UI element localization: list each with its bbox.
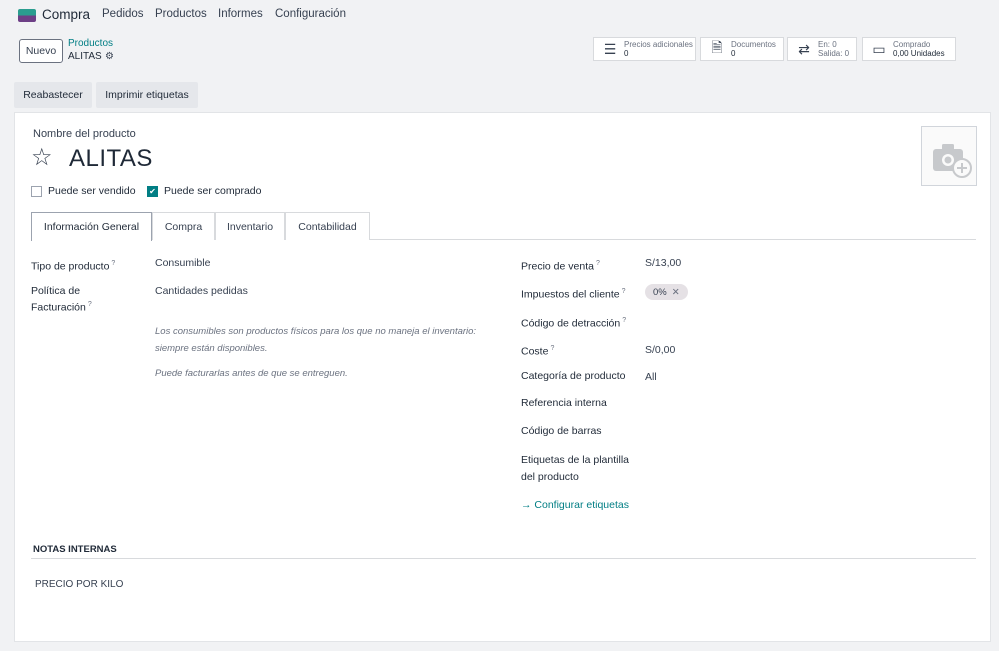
stat-precios-adicionales[interactable]: ☰ Precios adicionales 0 bbox=[593, 37, 696, 61]
remove-tag-icon[interactable]: ✕ bbox=[672, 287, 680, 298]
tab-inventario[interactable]: Inventario bbox=[215, 212, 285, 240]
codigo-detraccion-label: Código de detracción? bbox=[521, 317, 627, 330]
reabastecer-button[interactable]: Reabastecer bbox=[14, 82, 92, 108]
tipo-producto-label: Tipo de producto? bbox=[31, 260, 116, 273]
app-name[interactable]: Compra bbox=[42, 7, 90, 22]
can-be-purchased-label: Puede ser comprado bbox=[164, 185, 262, 197]
menu-productos[interactable]: Productos bbox=[155, 8, 207, 20]
menu-pedidos[interactable]: Pedidos bbox=[102, 8, 144, 20]
can-be-purchased-checkbox[interactable]: ✔ Puede ser comprado bbox=[147, 185, 261, 197]
form-sheet: Nombre del producto ☆ ALITAS Puede ser v… bbox=[14, 112, 991, 642]
top-navbar: Compra Pedidos Productos Informes Config… bbox=[0, 0, 999, 30]
tipo-producto-field[interactable]: Consumible bbox=[155, 257, 210, 269]
list-icon: ☰ bbox=[603, 40, 617, 57]
etiquetas-plantilla-label: Etiquetas de la plantilla del producto bbox=[521, 454, 629, 483]
notas-internas-field[interactable]: PRECIO POR KILO bbox=[35, 579, 123, 590]
facturar-hint: Puede facturarlas antes de que se entreg… bbox=[155, 368, 348, 379]
purchase-app-icon[interactable] bbox=[18, 9, 36, 22]
documentos-label: Documentos bbox=[731, 40, 776, 49]
politica-facturacion-field[interactable]: Cantidades pedidas bbox=[155, 285, 248, 297]
categoria-producto-field[interactable]: All bbox=[645, 371, 657, 383]
notes-divider bbox=[31, 558, 976, 559]
consumible-hint: Los consumibles son productos físicos pa… bbox=[155, 326, 477, 354]
referencia-interna-label: Referencia interna bbox=[521, 397, 607, 409]
tab-compra[interactable]: Compra bbox=[152, 212, 215, 240]
en-label: En: 0 bbox=[818, 40, 837, 49]
exchange-arrows-icon: ⇄ bbox=[798, 40, 810, 57]
gear-icon[interactable]: ⚙ bbox=[105, 51, 114, 62]
tab-contabilidad[interactable]: Contabilidad bbox=[285, 212, 370, 240]
coste-label: Coste? bbox=[521, 345, 555, 358]
salida-label: Salida: 0 bbox=[818, 49, 850, 58]
comprado-value: 0,00 Unidades bbox=[893, 49, 945, 58]
precio-venta-label: Precio de venta? bbox=[521, 260, 600, 273]
notebook-tabs: Información General Compra Inventario Co… bbox=[31, 212, 976, 241]
credit-card-icon: ▭ bbox=[872, 40, 886, 57]
tax-tag[interactable]: 0% ✕ bbox=[645, 284, 688, 300]
can-be-sold-label: Puede ser vendido bbox=[48, 185, 136, 197]
menu-configuracion[interactable]: Configuración bbox=[275, 8, 346, 20]
can-be-sold-checkbox[interactable]: Puede ser vendido bbox=[31, 185, 136, 197]
imprimir-etiquetas-button[interactable]: Imprimir etiquetas bbox=[96, 82, 198, 108]
precios-label: Precios adicionales bbox=[624, 40, 693, 49]
checkbox-checked[interactable]: ✔ bbox=[147, 185, 158, 197]
categoria-producto-label: Categoría de producto bbox=[521, 370, 626, 382]
star-icon[interactable]: ☆ bbox=[31, 144, 53, 172]
checkbox-unchecked[interactable] bbox=[31, 185, 42, 197]
breadcrumb-current: ALITAS bbox=[68, 51, 102, 62]
documentos-value: 0 bbox=[731, 49, 736, 58]
politica-facturacion-label: Política de Facturación? bbox=[31, 285, 92, 314]
camera-plus-icon bbox=[933, 144, 972, 178]
stat-movimientos[interactable]: ⇄ En: 0 Salida: 0 bbox=[787, 37, 857, 61]
product-name-field[interactable]: ALITAS bbox=[69, 145, 153, 173]
tax-tag-label: 0% bbox=[653, 286, 667, 298]
tab-informacion-general[interactable]: Información General bbox=[31, 212, 152, 241]
stat-comprado[interactable]: ▭ Comprado 0,00 Unidades bbox=[862, 37, 956, 61]
product-image-upload[interactable] bbox=[921, 126, 977, 186]
codigo-barras-label: Código de barras bbox=[521, 425, 602, 437]
document-icon: 🗎 bbox=[711, 39, 723, 55]
menu-informes[interactable]: Informes bbox=[218, 8, 263, 20]
product-name-label: Nombre del producto bbox=[33, 128, 136, 140]
coste-field[interactable]: S/0,00 bbox=[645, 344, 675, 356]
impuestos-cliente-label: Impuestos del cliente? bbox=[521, 288, 626, 301]
precios-value: 0 bbox=[624, 49, 629, 58]
stat-documentos[interactable]: 🗎 Documentos 0 bbox=[700, 37, 784, 61]
notas-internas-title: NOTAS INTERNAS bbox=[33, 544, 117, 555]
configurar-etiquetas-link[interactable]: → Configurar etiquetas bbox=[521, 499, 629, 511]
action-buttons: Reabastecer Imprimir etiquetas bbox=[14, 82, 991, 110]
new-button[interactable]: Nuevo bbox=[19, 39, 63, 63]
comprado-label: Comprado bbox=[893, 40, 931, 49]
precio-venta-field[interactable]: S/13,00 bbox=[645, 257, 681, 269]
breadcrumb-productos[interactable]: Productos bbox=[68, 38, 113, 49]
